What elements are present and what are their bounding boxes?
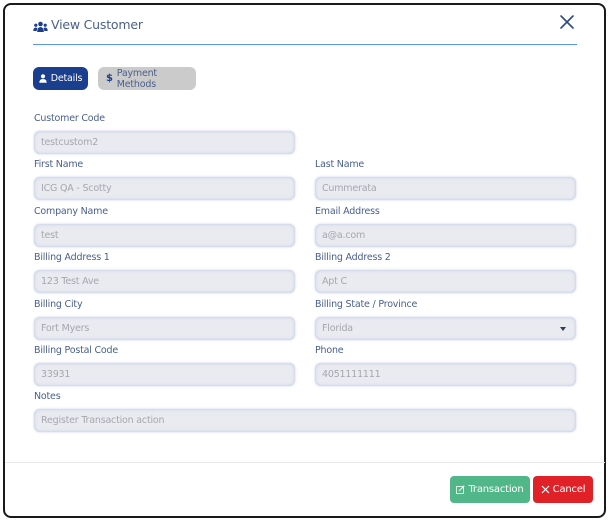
user-icon: [39, 74, 47, 83]
billing-city-field: Billing City Fort Myers: [34, 299, 295, 340]
company-name-input[interactable]: test: [34, 224, 295, 247]
customer-code-input[interactable]: testcustom2: [34, 131, 295, 154]
email-address-label: Email Address: [315, 206, 380, 217]
edit-icon: [456, 485, 466, 494]
billing-address-2-field: Billing Address 2 Apt C: [315, 252, 576, 293]
billing-city-input[interactable]: Fort Myers: [34, 317, 295, 340]
phone-input[interactable]: 4051111111: [315, 363, 576, 386]
phone-field: Phone 4051111111: [315, 345, 576, 386]
billing-address-2-label: Billing Address 2: [315, 252, 391, 263]
billing-postal-code-field: Billing Postal Code 33931: [34, 345, 295, 386]
last-name-input[interactable]: Cummerata: [315, 177, 576, 200]
x-icon: [541, 485, 550, 494]
email-address-field: Email Address a@a.com: [315, 206, 576, 247]
billing-address-1-label: Billing Address 1: [34, 252, 110, 263]
last-name-field: Last Name Cummerata: [315, 159, 576, 200]
chevron-down-icon: [560, 327, 566, 331]
tab-payment-methods[interactable]: $ Payment Methods: [98, 67, 196, 90]
tab-details-label: Details: [50, 73, 83, 84]
cancel-label: Cancel: [552, 484, 586, 495]
dialog-title: View Customer: [51, 16, 143, 32]
customer-code-label: Customer Code: [34, 113, 105, 124]
email-address-input[interactable]: a@a.com: [315, 224, 576, 247]
company-name-label: Company Name: [34, 206, 108, 217]
footer-divider: [5, 462, 605, 463]
transaction-label: Transaction: [468, 484, 524, 495]
first-name-label: First Name: [34, 159, 84, 170]
dollar-icon: $: [106, 73, 113, 84]
billing-state-field: Billing State / Province Florida: [315, 299, 576, 340]
close-button[interactable]: [557, 12, 577, 32]
billing-postal-code-input[interactable]: 33931: [34, 363, 295, 386]
first-name-field: First Name ICG QA - Scotty: [34, 159, 295, 200]
cancel-button[interactable]: Cancel: [533, 476, 593, 503]
transaction-button[interactable]: Transaction: [450, 476, 530, 503]
tab-payment-methods-label: Payment Methods: [116, 67, 157, 90]
billing-state-select[interactable]: Florida: [315, 317, 576, 340]
first-name-input[interactable]: ICG QA - Scotty: [34, 177, 295, 200]
dialog-header: View Customer: [33, 14, 577, 45]
billing-city-label: Billing City: [34, 299, 83, 310]
billing-address-1-input[interactable]: 123 Test Ave: [34, 270, 295, 293]
last-name-label: Last Name: [315, 159, 365, 170]
billing-address-2-input[interactable]: Apt C: [315, 270, 576, 293]
notes-label: Notes: [34, 391, 61, 402]
billing-postal-code-label: Billing Postal Code: [34, 345, 119, 356]
notes-input[interactable]: Register Transaction action: [34, 409, 576, 432]
users-icon: [33, 18, 48, 32]
tab-bar: Details $ Payment Methods: [33, 67, 196, 90]
notes-field: Notes Register Transaction action: [34, 391, 576, 432]
customer-code-field: Customer Code testcustom2: [34, 113, 295, 154]
tab-details[interactable]: Details: [33, 67, 88, 90]
company-name-field: Company Name test: [34, 206, 295, 247]
phone-label: Phone: [315, 345, 344, 356]
billing-state-label: Billing State / Province: [315, 299, 418, 310]
billing-address-1-field: Billing Address 1 123 Test Ave: [34, 252, 295, 293]
close-icon: [560, 15, 574, 29]
billing-state-value: Florida: [322, 323, 353, 334]
